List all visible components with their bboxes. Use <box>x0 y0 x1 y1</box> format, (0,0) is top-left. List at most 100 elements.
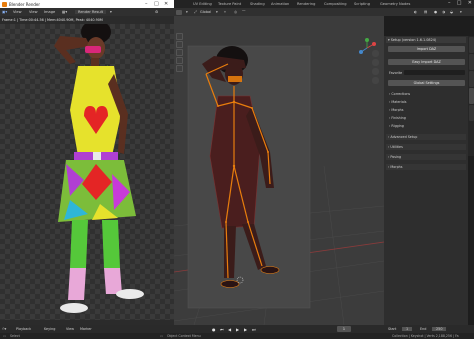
prev-keyframe-icon[interactable]: ◀ <box>228 327 231 332</box>
tab-rendering[interactable]: Rendering <box>297 2 315 6</box>
scale-tool-icon[interactable] <box>176 65 183 72</box>
3d-viewport[interactable] <box>174 16 384 325</box>
status-context-menu: Object Context Menu <box>167 334 201 338</box>
snap-icon[interactable]: ⌖ <box>224 10 226 14</box>
sidebar-tab-tool[interactable] <box>468 54 474 70</box>
falloff-icon[interactable]: ⌒ <box>242 10 246 15</box>
section-morphs[interactable]: › Morphs <box>386 164 466 170</box>
viewport-header: ▾ ⤢ Global ▾ ⌖ ◎ ⌒ ◐ ▤ ● ◑ ◒ ▾ <box>174 8 474 16</box>
menu-image[interactable]: Image <box>44 10 55 14</box>
rotate-tool-icon[interactable] <box>176 57 183 64</box>
hand-pan-icon[interactable] <box>372 59 379 66</box>
toolbar <box>176 33 184 73</box>
sidebar-tabs <box>468 36 474 156</box>
setup-panel-header[interactable]: ▾ Setup (version 1.6.1.0824) <box>386 37 466 43</box>
minimize-icon[interactable]: – <box>145 1 148 7</box>
section-posing[interactable]: › Posing <box>386 154 466 160</box>
tab-scripting[interactable]: Scripting <box>354 2 370 6</box>
favorite-label: Favorite <box>389 71 403 75</box>
orientation-dropdown[interactable]: Global <box>200 10 211 14</box>
menu-view-1[interactable]: View <box>13 10 22 14</box>
solid-shading-icon[interactable]: ● <box>434 10 437 14</box>
move-tool-icon[interactable] <box>176 49 183 56</box>
image-browse-icon[interactable]: ▦▾ <box>62 10 67 14</box>
main-window-controls: – □ ✕ <box>443 0 472 6</box>
mouse-left-icon: ▭ <box>3 334 7 338</box>
editor-type-icon[interactable]: ▣▾ <box>2 10 7 14</box>
viewport-scene <box>174 45 384 325</box>
timeline-bar: ⏱▾ Playback Keying View Marker ● ⏮ ◀ ▶ ▶… <box>0 325 474 333</box>
subpanel-finishing[interactable]: › Finishing <box>389 116 406 120</box>
select-tool-icon[interactable] <box>176 33 183 40</box>
end-label: End <box>420 327 427 331</box>
editor-type-icon[interactable] <box>176 9 182 15</box>
rendered-character-image <box>54 24 144 313</box>
render-image-canvas[interactable] <box>0 24 174 320</box>
favorite-field[interactable] <box>404 70 465 75</box>
global-settings-button[interactable]: Global Settings <box>388 80 465 86</box>
tab-animation[interactable]: Animation <box>271 2 289 6</box>
maximize-icon[interactable]: □ <box>457 0 462 6</box>
timeline-editor-icon[interactable]: ⏱▾ <box>2 327 6 331</box>
current-frame-field[interactable]: 1 <box>337 326 351 332</box>
section-advanced-setup[interactable]: › Advanced Setup <box>386 134 466 140</box>
camera-view-icon[interactable] <box>372 68 379 75</box>
material-shading-icon[interactable]: ◑ <box>442 10 445 14</box>
menu-keying[interactable]: Keying <box>44 327 55 331</box>
sidebar-tab-extra[interactable] <box>468 105 474 121</box>
menu-view-2[interactable]: View <box>29 10 38 14</box>
subpanel-rigging[interactable]: › Rigging <box>389 124 404 128</box>
close-icon[interactable]: ✕ <box>468 0 472 6</box>
render-window: Blender Render – □ ✕ ▣▾ View View Image … <box>0 0 174 325</box>
proportional-edit-icon[interactable]: ◎ <box>234 10 237 14</box>
viewport-overlays-icon[interactable]: ◐ <box>414 10 417 14</box>
start-label: Start <box>388 327 397 331</box>
subpanel-morphs[interactable]: › Morphs <box>389 108 404 112</box>
menu-playback[interactable]: Playback <box>16 327 31 331</box>
minimize-icon[interactable]: – <box>448 0 451 6</box>
render-options-icon[interactable]: ⚙ <box>155 10 158 14</box>
render-window-title: Blender Render <box>9 2 41 7</box>
sidebar-panel: ▾ Setup (version 1.6.1.0824) Import DAZ … <box>384 36 468 325</box>
subpanel-materials[interactable]: › Materials <box>389 100 407 104</box>
slot-menu-icon[interactable]: ▾ <box>110 10 112 14</box>
render-window-titlebar: Blender Render – □ ✕ <box>0 0 174 8</box>
section-utilities[interactable]: › Utilities <box>386 144 466 150</box>
subpanel-corrections[interactable]: › Corrections <box>389 92 410 96</box>
next-keyframe-icon[interactable]: ▶ <box>244 327 247 332</box>
record-icon[interactable]: ● <box>212 327 216 332</box>
sidebar-tab-item[interactable] <box>468 37 474 53</box>
maximize-icon[interactable]: □ <box>154 1 159 7</box>
zoom-icon[interactable] <box>372 50 379 57</box>
close-icon[interactable]: ✕ <box>164 1 168 7</box>
perspective-toggle-icon[interactable] <box>372 77 379 84</box>
object-mode-icon[interactable]: ▾ <box>186 10 188 14</box>
xray-icon[interactable]: ▤ <box>424 10 427 14</box>
play-icon[interactable]: ▶ <box>236 327 239 332</box>
tab-shading[interactable]: Shading <box>250 2 265 6</box>
cursor-tool-icon[interactable] <box>176 41 183 48</box>
main-topbar: UV Editing Texture Paint Shading Animati… <box>174 0 474 16</box>
rendered-shading-icon[interactable]: ◒ <box>450 10 453 14</box>
import-daz-button[interactable]: Import DAZ <box>388 46 465 52</box>
jump-end-icon[interactable]: ⏭ <box>252 327 256 332</box>
tab-uv-editing[interactable]: UV Editing <box>193 2 212 6</box>
transform-orientation-icon[interactable]: ⤢ <box>194 10 197 14</box>
status-select: Select <box>10 334 20 338</box>
menu-view[interactable]: View <box>66 327 74 331</box>
pivot-icon[interactable]: ▾ <box>216 10 218 14</box>
tab-compositing[interactable]: Compositing <box>324 2 347 6</box>
start-frame-field[interactable]: 1 <box>402 327 413 331</box>
end-frame-field[interactable]: 250 <box>432 327 447 331</box>
sidebar-tab-daz[interactable] <box>468 88 474 104</box>
blender-logo-icon <box>2 1 7 7</box>
easy-import-daz-button[interactable]: Easy Import DAZ <box>388 59 465 65</box>
tab-geometry-nodes[interactable]: Geometry Nodes <box>380 2 410 6</box>
jump-start-icon[interactable]: ⏮ <box>220 327 224 332</box>
setup-panel-title: Setup (version 1.6.1.0824) <box>390 38 437 42</box>
render-slot-dropdown[interactable]: Render Result <box>75 10 107 14</box>
sidebar-tab-view[interactable] <box>468 71 474 87</box>
menu-marker[interactable]: Marker <box>80 327 92 331</box>
shading-options-icon[interactable]: ▾ <box>460 10 462 14</box>
tab-texture-paint[interactable]: Texture Paint <box>218 2 241 6</box>
